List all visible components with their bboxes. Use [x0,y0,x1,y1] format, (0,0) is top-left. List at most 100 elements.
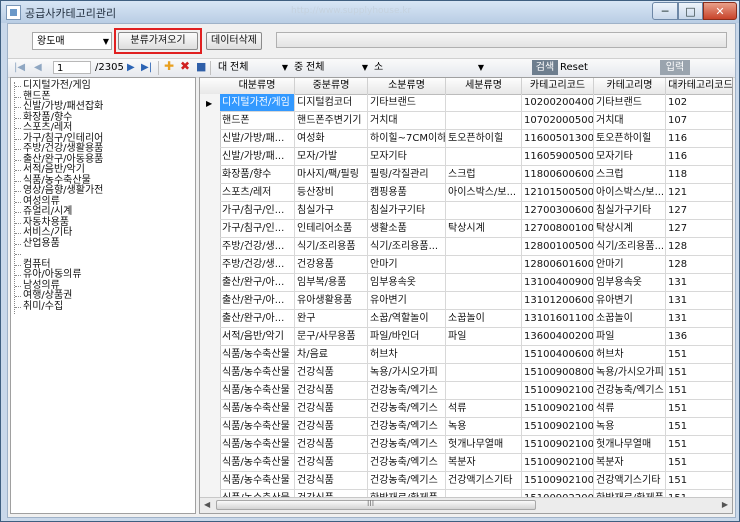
table-cell[interactable]: 출산/완구/아... [220,274,295,292]
table-cell[interactable]: 모자/가발 [295,148,368,166]
table-row[interactable]: 디지털가전/게임 디지털컴코더 기타브랜드 102002004000 기타브랜드 102 [200,94,732,112]
tree-item[interactable]: 여성의류 [15,196,60,207]
table-cell[interactable]: 녹용/가시오가피 [368,364,446,382]
table-cell[interactable] [446,364,522,382]
table-cell[interactable]: 건강농축/엑기스 [368,454,446,472]
table-row[interactable]: 식품/농수축산물 건강식품 건강농축/엑기스 151009021000 건강농축/엑기스… [200,382,732,400]
table-cell[interactable]: 복분자 [446,454,522,472]
table-cell[interactable]: 토오픈하이힐 [446,130,522,148]
table-cell[interactable]: 건강식품 [295,436,368,454]
table-cell[interactable]: 건강식품 [295,364,368,382]
table-cell[interactable]: 출산/완구/아... [220,292,295,310]
table-cell[interactable]: 151009021001 [522,400,594,418]
table-cell[interactable]: 파일 [446,328,522,346]
table-cell[interactable]: 유아생활용품 [295,292,368,310]
table-cell[interactable]: 식기/조리용품... [368,238,446,256]
table-cell[interactable]: 탁상시계 [446,220,522,238]
table-cell[interactable]: 116 [666,148,732,166]
search-button[interactable]: 검색 [532,60,558,75]
load-categories-button[interactable]: 분류가져오기 [118,32,198,50]
table-cell[interactable]: 하이힐~7CM이하 [368,130,446,148]
table-cell[interactable]: 151004006000 [522,346,594,364]
input-button[interactable]: 입력 [660,60,690,75]
tree-item[interactable]: 컴퓨터 [15,259,51,270]
table-cell[interactable]: 헛개나무열매 [594,436,666,454]
table-cell[interactable]: 121015005002 [522,184,594,202]
table-cell[interactable]: 식기/조리용품... [594,238,666,256]
table-cell[interactable]: 식품/농수축산물 [220,346,295,364]
table-cell[interactable]: 식품/농수축산물 [220,472,295,490]
table-cell[interactable]: 침실가구기타 [368,202,446,220]
table-cell[interactable]: 스포츠/레저 [220,184,295,202]
table-cell[interactable]: 151 [666,364,732,382]
table-cell[interactable]: 116 [666,130,732,148]
column-header[interactable]: 중분류명 [295,78,368,94]
table-cell[interactable]: 131004009000 [522,274,594,292]
table-cell[interactable]: 안마기 [368,256,446,274]
table-cell[interactable]: 건강농축/엑기스 [368,472,446,490]
table-cell[interactable]: 151 [666,382,732,400]
table-cell[interactable]: 석류 [446,400,522,418]
tree-item[interactable]: 남성의류 [15,280,60,291]
table-cell[interactable]: 건강식품 [295,454,368,472]
table-cell[interactable]: 건강농축/엑기스 [368,418,446,436]
table-cell[interactable]: 128 [666,238,732,256]
table-cell[interactable]: 151 [666,346,732,364]
filter-small-dropdown[interactable]: ▼ [386,60,484,75]
table-cell[interactable]: 임부복/용품 [295,274,368,292]
table-cell[interactable]: 토오픈하이힐 [594,130,666,148]
delete-icon[interactable]: ✖ [180,60,190,72]
maximize-button[interactable]: □ [678,2,703,20]
table-cell[interactable]: 신발/가방/패... [220,148,295,166]
table-cell[interactable]: 캠핑용품 [368,184,446,202]
tree-item[interactable]: 스포츠/레저 [14,123,72,133]
tree-item[interactable]: 영상/음향/생활가전 [14,186,103,196]
table-row[interactable]: 식품/농수축산물 건강식품 건강농축/엑기스 헛개나무열매 151009021004 헛개… [200,436,732,454]
table-cell[interactable]: 핸드폰주변기기 [295,112,368,130]
table-cell[interactable]: 식품/농수축산물 [220,400,295,418]
category-grid[interactable]: 대분류명 중분류명 소분류명 세분류명 카테고리코드 카테고리명 대카테고리코드 ▶ 디지털… [199,77,733,514]
table-cell[interactable]: 102002004000 [522,94,594,112]
scroll-left-icon[interactable]: ◀ [204,500,210,509]
table-cell[interactable]: 완구 [295,310,368,328]
table-cell[interactable]: 모자기타 [368,148,446,166]
tree-item[interactable]: 주방/건강/생활용품 [14,144,103,154]
table-cell[interactable]: 131 [666,292,732,310]
table-row[interactable]: 화장품/향수 마사지/팩/필링 필링/각질관리 스크럽 118006006003 스크럽 1… [200,166,732,184]
table-cell[interactable]: 스크럽 [594,166,666,184]
filter-large-dropdown[interactable]: 전체 ▼ [230,60,288,75]
table-cell[interactable]: 131012006000 [522,292,594,310]
table-row[interactable]: 식품/농수축산물 건강식품 녹용/가시오가피 151009008000 녹용/가시오가피… [200,364,732,382]
table-cell[interactable]: 침실가구 [295,202,368,220]
table-row[interactable]: 신발/가방/패... 여성화 하이힐~7CM이하 토오픈하이힐 116005013002… [200,130,732,148]
table-cell[interactable]: 신발/가방/패... [220,130,295,148]
table-cell[interactable]: 디지털컴코더 [295,94,368,112]
table-cell[interactable]: 건강용품 [295,256,368,274]
minimize-button[interactable]: ─ [652,2,678,20]
column-header[interactable]: 대분류명 [220,78,295,94]
table-cell[interactable]: 녹용 [594,418,666,436]
tree-item[interactable]: 디지털가전/게임 [15,81,91,91]
column-header[interactable]: 소분류명 [368,78,446,94]
table-cell[interactable]: 151009021007 [522,472,594,490]
table-cell[interactable]: 151009021005 [522,454,594,472]
table-cell[interactable]: 127008001005 [522,220,594,238]
table-cell[interactable]: 건강농축/엑기스 [594,382,666,400]
table-cell[interactable]: 생활소품 [368,220,446,238]
table-cell[interactable]: 건강농축/엑기스 [368,436,446,454]
tree-item[interactable]: 취미/수집 [14,301,63,312]
table-cell[interactable] [446,94,522,112]
table-cell[interactable]: 복분자 [594,454,666,472]
table-cell[interactable]: 거치대 [594,112,666,130]
table-cell[interactable] [446,238,522,256]
table-cell[interactable]: 유아변기 [594,292,666,310]
table-cell[interactable]: 거치대 [368,112,446,130]
table-cell[interactable]: 소꿉놀이 [446,310,522,328]
table-row[interactable]: 식품/농수축산물 건강식품 건강농축/엑기스 석류 151009021001 석류 151 [200,400,732,418]
table-cell[interactable]: 131 [666,274,732,292]
table-cell[interactable]: 107 [666,112,732,130]
table-cell[interactable]: 아이스박스/보... [446,184,522,202]
table-cell[interactable]: 모자기타 [594,148,666,166]
table-cell[interactable]: 151009008000 [522,364,594,382]
table-cell[interactable]: 건강식품 [295,400,368,418]
